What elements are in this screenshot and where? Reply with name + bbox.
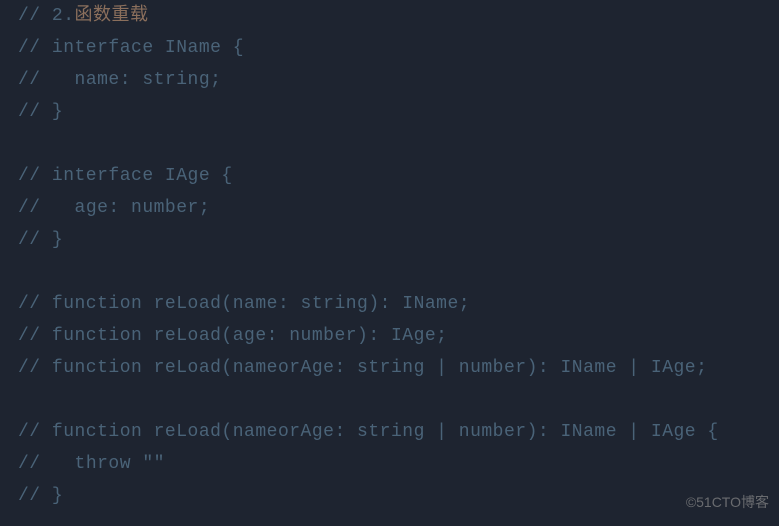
comment-text: name: string; [75,70,222,90]
comment-text: } [52,102,63,122]
comment-prefix: // [18,70,75,90]
comment-prefix: // [18,102,52,122]
comment-prefix: // [18,166,52,186]
watermark: ©51CTO博客 [686,486,769,518]
comment-prefix: // [18,294,52,314]
code-line: // function reLoad(age: number): IAge; [18,320,761,352]
code-line: // function reLoad(nameorAge: string | n… [18,352,761,384]
code-line: // name: string; [18,64,761,96]
comment-prefix: // [18,38,52,58]
comment-text: throw "" [75,454,165,474]
comment-text: } [52,230,63,250]
code-line: // interface IAge { [18,160,761,192]
comment-text: function reLoad(nameorAge: string | numb… [52,358,708,378]
code-line: // function reLoad(nameorAge: string | n… [18,416,761,448]
code-line: // 2.函数重载 [18,0,761,32]
code-line: // function reLoad(name: string): IName; [18,288,761,320]
comment-prefix: // [18,230,52,250]
code-line: // } [18,224,761,256]
comment-prefix: // [18,326,52,346]
comment-text: function reLoad(age: number): IAge; [52,326,448,346]
comment-text: 2. [52,6,75,26]
code-line-empty [18,384,761,416]
comment-prefix: // [18,198,75,218]
comment-prefix: // [18,454,75,474]
comment-text: age: number; [75,198,211,218]
code-line-empty [18,128,761,160]
code-line: // } [18,480,761,512]
code-line-empty [18,256,761,288]
code-editor: // 2.函数重载 // interface IName { // name: … [18,0,761,512]
code-line: // throw "" [18,448,761,480]
comment-text: function reLoad(nameorAge: string | numb… [52,422,719,442]
comment-text: } [52,486,63,506]
code-line: // } [18,96,761,128]
comment-prefix: // [18,486,52,506]
comment-prefix: // [18,422,52,442]
comment-text: interface IName { [52,38,244,58]
comment-prefix: // [18,6,52,26]
code-line: // age: number; [18,192,761,224]
comment-text: interface IAge { [52,166,233,186]
cjk-text: 函数重载 [75,6,149,26]
comment-prefix: // [18,358,52,378]
comment-text: function reLoad(name: string): IName; [52,294,470,314]
code-line: // interface IName { [18,32,761,64]
